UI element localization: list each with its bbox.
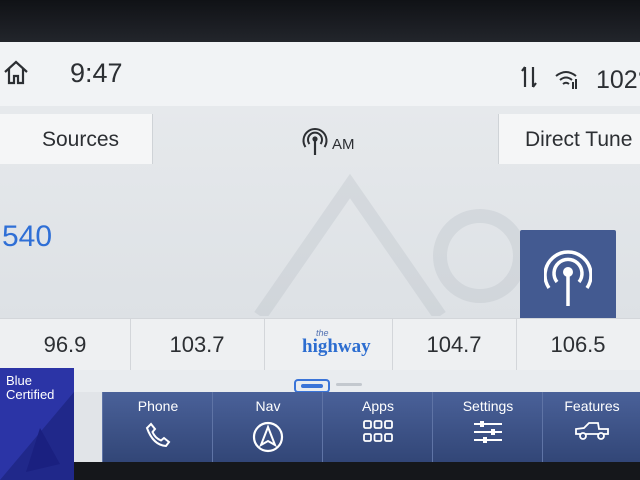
nav-navigation[interactable]: Nav [212,392,323,462]
nav-label: Features [564,398,620,414]
watermark-line2: Certified [6,387,55,402]
preset-button[interactable]: 96.9 [0,319,131,371]
bottom-nav-bar: Phone Nav Apps Settings Features [102,392,640,462]
truck-icon [575,422,609,440]
preset-button[interactable]: the highway [264,319,393,371]
preset-label: 106.5 [550,332,606,357]
phone-icon [145,422,171,448]
dealer-watermark: Blue Certified [0,368,74,480]
screen-bezel-bottom [0,462,640,480]
radio-tower-icon [302,128,328,155]
preset-button[interactable]: 106.5 [516,319,640,371]
infotainment-screen: 9:47 102° Sources AM Direct Tune [0,42,640,470]
nav-label: Apps [362,398,394,414]
navigation-icon [252,421,284,453]
nav-settings[interactable]: Settings [432,392,543,462]
nav-apps[interactable]: Apps [322,392,433,462]
preset-button[interactable]: 104.7 [392,319,517,371]
watermark-line1: Blue [6,373,33,388]
nav-label: Nav [255,398,281,414]
preset-label: 104.7 [426,332,482,357]
page-dot-active[interactable] [294,379,330,393]
direct-tune-label: Direct Tune [525,128,633,151]
home-icon[interactable] [2,58,30,86]
band-label: AM [332,136,355,153]
apps-grid-icon [363,420,393,442]
nav-label: Phone [137,398,179,414]
radio-tower-icon [544,250,592,306]
outside-temperature: 102° [596,66,640,94]
nav-phone[interactable]: Phone [102,392,213,462]
logo-main-text: highway [302,336,371,357]
page-dot[interactable] [336,383,362,386]
clock: 9:47 [70,58,123,88]
preset-label: 96.9 [43,332,87,357]
sources-button[interactable]: Sources [0,114,153,164]
radio-panel: Sources AM Direct Tune 540 [0,106,640,328]
phone-sync-icon [521,66,537,88]
nav-features[interactable]: Features [542,392,640,462]
wifi-icon [555,71,577,89]
preset-button[interactable]: 103.7 [130,319,265,371]
screen-bezel-top [0,0,640,44]
sources-label: Sources [42,128,120,151]
station-art-watermark [254,173,527,316]
current-frequency: 540 [2,220,53,253]
nav-label: Settings [462,398,514,414]
station-art-button[interactable] [520,230,616,328]
direct-tune-button[interactable]: Direct Tune [498,114,640,164]
sliders-icon [474,421,502,443]
preset-bar: 96.9 103.7 the highway 104.7 106.5 [0,318,640,372]
status-bar: 9:47 102° [0,42,640,106]
preset-label: 103.7 [169,332,225,357]
